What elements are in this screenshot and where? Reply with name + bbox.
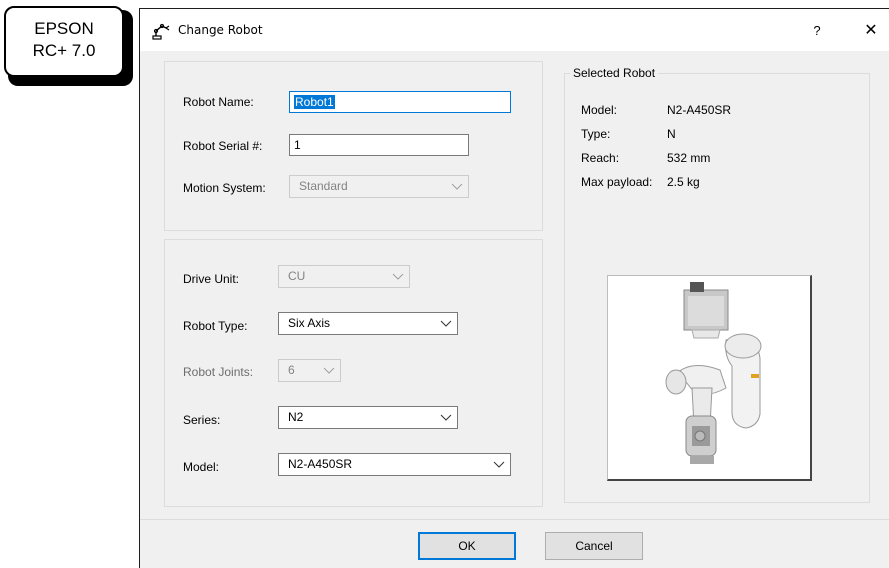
badge-line2: RC+ 7.0 [32,41,96,60]
robot-type-select[interactable]: Six Axis [278,312,458,335]
series-label: Series: [183,413,221,427]
chevron-down-icon [451,183,463,190]
chevron-down-icon [392,273,404,280]
model-value: N2-A450SR [288,457,353,471]
selected-reach-label: Reach: [581,151,620,165]
robot-joints-select[interactable]: 6 [278,359,341,382]
chevron-down-icon [440,414,452,421]
robot-name-input[interactable]: Robot1 [289,91,511,113]
drive-unit-label: Drive Unit: [183,272,240,286]
series-select[interactable]: N2 [278,406,458,429]
robot-type-value: Six Axis [288,316,331,330]
robot-arm-icon [152,23,170,40]
chevron-down-icon [440,320,452,327]
motion-system-select[interactable]: Standard [289,175,469,198]
selected-robot-group-label: Selected Robot [570,66,659,80]
robot-arm-image [665,282,762,464]
motion-system-value: Standard [299,179,348,193]
selected-model-label: Model: [581,103,618,117]
robot-name-value: Robot1 [294,95,335,109]
selected-model-value: N2-A450SR [667,103,732,117]
chevron-down-icon [323,367,335,374]
robot-joints-value: 6 [288,363,295,377]
motion-system-label: Motion System: [183,181,266,195]
robot-joints-label: Robot Joints: [183,365,254,379]
close-icon: ✕ [864,22,878,39]
change-robot-dialog: Change Robot ? ✕ Robot Name: Robot1 Robo… [139,8,889,568]
series-value: N2 [288,410,304,424]
drive-unit-value: CU [288,269,306,283]
close-button[interactable]: ✕ [858,19,884,43]
selected-type-label: Type: [581,127,611,141]
robot-name-label: Robot Name: [183,95,254,109]
dialog-title: Change Robot [178,23,263,37]
help-button[interactable]: ? [804,19,830,43]
ok-button[interactable]: OK [418,532,516,560]
epson-badge: EPSON RC+ 7.0 [4,6,124,77]
selected-type-value: N [667,127,676,141]
robot-type-label: Robot Type: [183,319,248,333]
selected-reach-value: 532 mm [667,151,711,165]
robot-serial-label: Robot Serial #: [183,139,263,153]
bottom-separator [140,519,889,520]
robot-serial-input[interactable]: 1 [289,134,469,156]
drive-unit-select[interactable]: CU [278,265,410,288]
model-label: Model: [183,460,220,474]
model-select[interactable]: N2-A450SR [278,453,511,476]
selected-payload-value: 2.5 kg [667,175,700,189]
title-bar[interactable]: Change Robot ? ✕ [140,9,889,51]
chevron-down-icon [493,461,505,468]
badge-line1: EPSON [34,19,94,38]
robot-image-frame [607,275,812,481]
cancel-button[interactable]: Cancel [545,532,643,560]
selected-payload-label: Max payload: [581,175,653,189]
